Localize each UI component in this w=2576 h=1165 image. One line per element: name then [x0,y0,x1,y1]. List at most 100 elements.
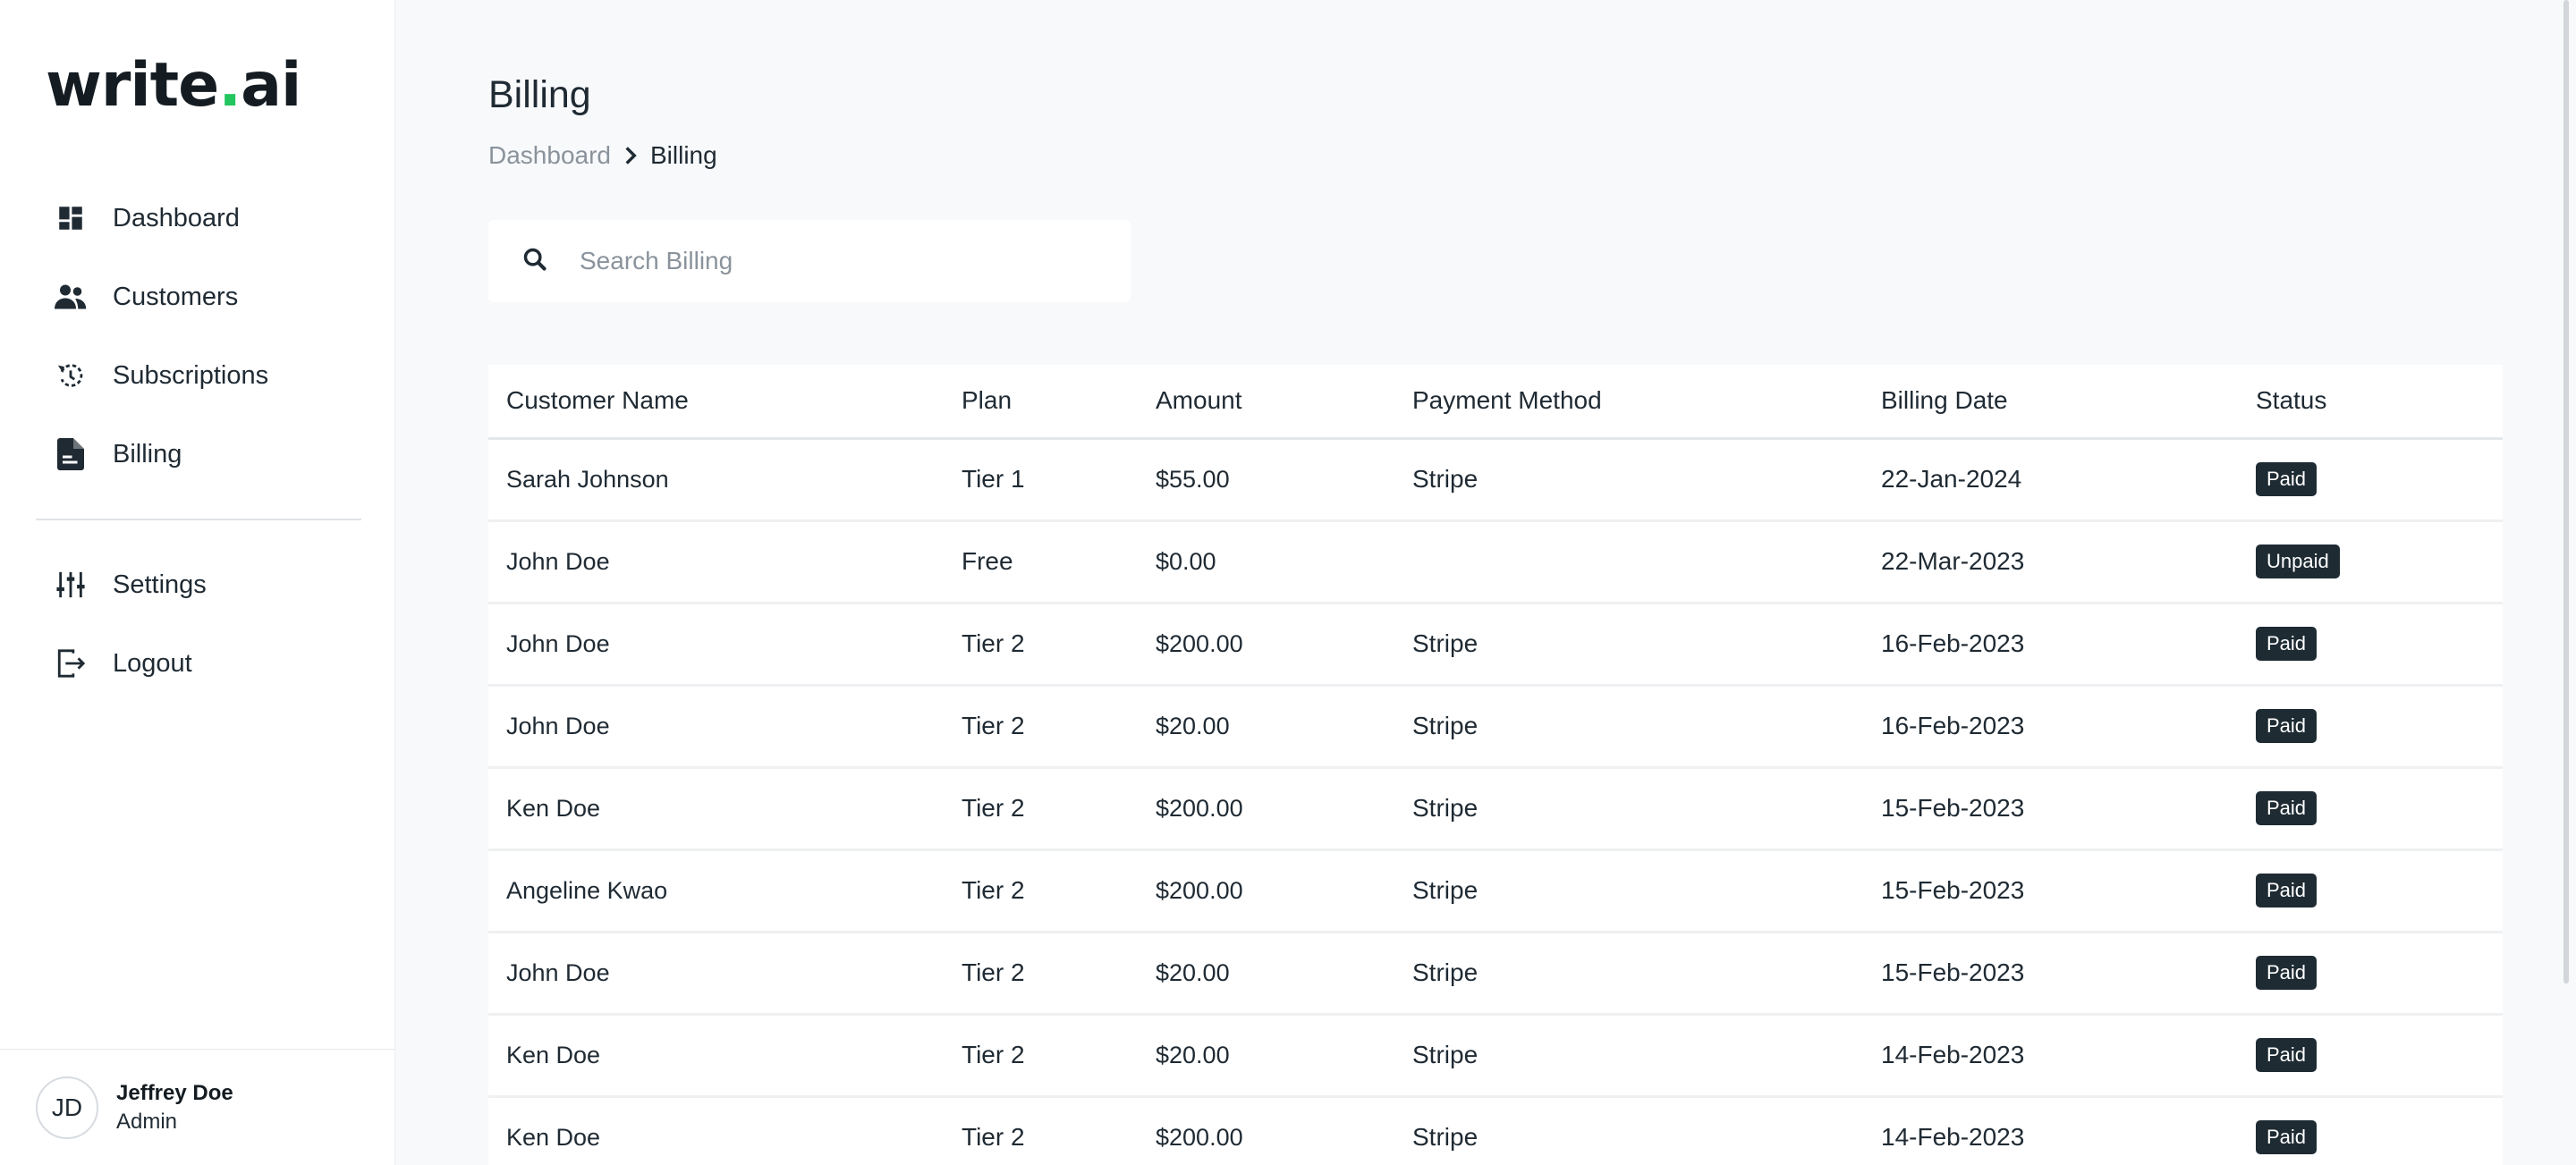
cell-payment-method: Stripe [1394,849,1863,933]
cell-amount: $20.00 [1138,1014,1394,1098]
cell-plan: Free [944,520,1138,604]
page-scrollbar[interactable] [2563,0,2569,983]
cell-amount: $20.00 [1138,932,1394,1016]
table-header-row: Customer Name Plan Amount Payment Method… [488,365,2503,440]
cell-billing-date: 15-Feb-2023 [1863,849,2238,933]
table-row[interactable]: John Doe Tier 2 $20.00 Stripe 16-Feb-202… [488,685,2503,769]
document-icon [54,437,88,471]
cell-customer-name: Sarah Johnson [488,438,944,522]
logout-icon [54,646,88,680]
cell-customer-name: Ken Doe [488,767,944,851]
search-icon [522,247,547,276]
cell-payment-method: Stripe [1394,1096,1863,1165]
status-badge: Paid [2256,955,2318,991]
cell-plan: Tier 2 [944,603,1138,687]
sliders-icon [54,568,88,602]
column-header-amount[interactable]: Amount [1138,365,1394,440]
cell-billing-date: 15-Feb-2023 [1863,767,2238,851]
column-header-status[interactable]: Status [2238,365,2503,440]
cell-status: Unpaid [2238,520,2503,604]
cell-customer-name: John Doe [488,520,944,604]
table-row[interactable]: Angeline Kwao Tier 2 $200.00 Stripe 15-F… [488,849,2503,933]
dashboard-icon [54,201,88,235]
cell-status: Paid [2238,1096,2503,1165]
cell-customer-name: John Doe [488,932,944,1016]
cell-payment-method: Stripe [1394,767,1863,851]
table-row[interactable]: John Doe Tier 2 $20.00 Stripe 15-Feb-202… [488,932,2503,1016]
status-badge: Paid [2256,708,2318,744]
cell-payment-method: Stripe [1394,685,1863,769]
sidebar-item-label: Customers [113,282,239,311]
cell-plan: Tier 2 [944,1014,1138,1098]
cell-payment-method: Stripe [1394,438,1863,522]
sidebar-nav: Dashboard Customers Subscriptions Billin… [36,179,361,703]
column-header-billing-date[interactable]: Billing Date [1863,365,2238,440]
nav-divider [36,519,361,520]
sidebar-item-customers[interactable]: Customers [36,257,361,336]
cell-billing-date: 22-Mar-2023 [1863,520,2238,604]
cell-billing-date: 16-Feb-2023 [1863,685,2238,769]
table-body: Sarah Johnson Tier 1 $55.00 Stripe 22-Ja… [488,438,2503,1165]
search-input[interactable] [578,246,1079,276]
page-title: Billing [488,73,591,116]
cell-billing-date: 22-Jan-2024 [1863,438,2238,522]
logo[interactable]: write.ai [46,55,301,116]
avatar[interactable]: JD [36,1076,98,1139]
cell-status: Paid [2238,438,2503,522]
sidebar-item-subscriptions[interactable]: Subscriptions [36,336,361,415]
cell-plan: Tier 2 [944,849,1138,933]
cell-amount: $200.00 [1138,603,1394,687]
user-role: Admin [116,1109,178,1134]
table-row[interactable]: Sarah Johnson Tier 1 $55.00 Stripe 22-Ja… [488,438,2503,522]
cell-payment-method: Stripe [1394,603,1863,687]
user-info: Jeffrey Doe Admin [116,1081,233,1135]
cell-payment-method [1394,520,1863,604]
breadcrumb-dashboard-link[interactable]: Dashboard [488,141,611,170]
main-content: Billing Dashboard Billing Search Billing… [395,0,2576,1165]
billing-table-grid: Customer Name Plan Amount Payment Method… [488,365,2503,1165]
sidebar-item-label: Logout [113,648,192,678]
column-header-plan[interactable]: Plan [944,365,1138,440]
cell-billing-date: 16-Feb-2023 [1863,603,2238,687]
table-row[interactable]: Ken Doe Tier 2 $20.00 Stripe 14-Feb-2023… [488,1014,2503,1098]
users-icon [54,280,88,314]
sidebar-item-label: Billing [113,439,182,469]
user-profile[interactable]: JD Jeffrey Doe Admin [0,1049,395,1165]
cell-status: Paid [2238,849,2503,933]
status-badge: Paid [2256,1037,2318,1073]
table-row[interactable]: John Doe Tier 2 $200.00 Stripe 16-Feb-20… [488,603,2503,687]
cell-billing-date: 15-Feb-2023 [1863,932,2238,1016]
cell-status: Paid [2238,1014,2503,1098]
cell-plan: Tier 1 [944,438,1138,522]
table-row[interactable]: Ken Doe Tier 2 $200.00 Stripe 14-Feb-202… [488,1096,2503,1165]
cell-customer-name: John Doe [488,685,944,769]
breadcrumb: Dashboard Billing [488,141,717,170]
column-header-payment-method[interactable]: Payment Method [1394,365,1863,440]
sidebar-item-dashboard[interactable]: Dashboard [36,179,361,257]
table-row[interactable]: Ken Doe Tier 2 $200.00 Stripe 15-Feb-202… [488,767,2503,851]
breadcrumb-current: Billing [649,141,717,169]
table-row[interactable]: John Doe Free $0.00 22-Mar-2023 Unpaid [488,520,2503,604]
status-badge: Paid [2256,873,2318,908]
cell-amount: $55.00 [1138,438,1394,522]
sidebar-item-billing[interactable]: Billing [36,415,361,494]
cell-customer-name: Ken Doe [488,1096,944,1165]
status-badge: Paid [2256,790,2318,826]
sidebar-item-logout[interactable]: Logout [36,624,361,703]
column-header-customer-name[interactable]: Customer Name [488,365,944,440]
status-badge: Unpaid [2256,544,2340,579]
cell-status: Paid [2238,932,2503,1016]
cell-customer-name: Angeline Kwao [488,849,944,933]
logo-text-ai: ai [241,50,301,121]
sidebar-item-label: Settings [113,570,207,599]
sidebar-item-label: Dashboard [113,203,240,232]
cell-payment-method: Stripe [1394,932,1863,1016]
cell-status: Paid [2238,685,2503,769]
sidebar-item-label: Subscriptions [113,360,269,390]
sidebar-item-settings[interactable]: Settings [36,545,361,624]
cell-plan: Tier 2 [944,932,1138,1016]
cell-billing-date: 14-Feb-2023 [1863,1096,2238,1165]
search-box[interactable] [488,220,1131,302]
chevron-right-icon [623,147,638,165]
cell-plan: Tier 2 [944,1096,1138,1165]
